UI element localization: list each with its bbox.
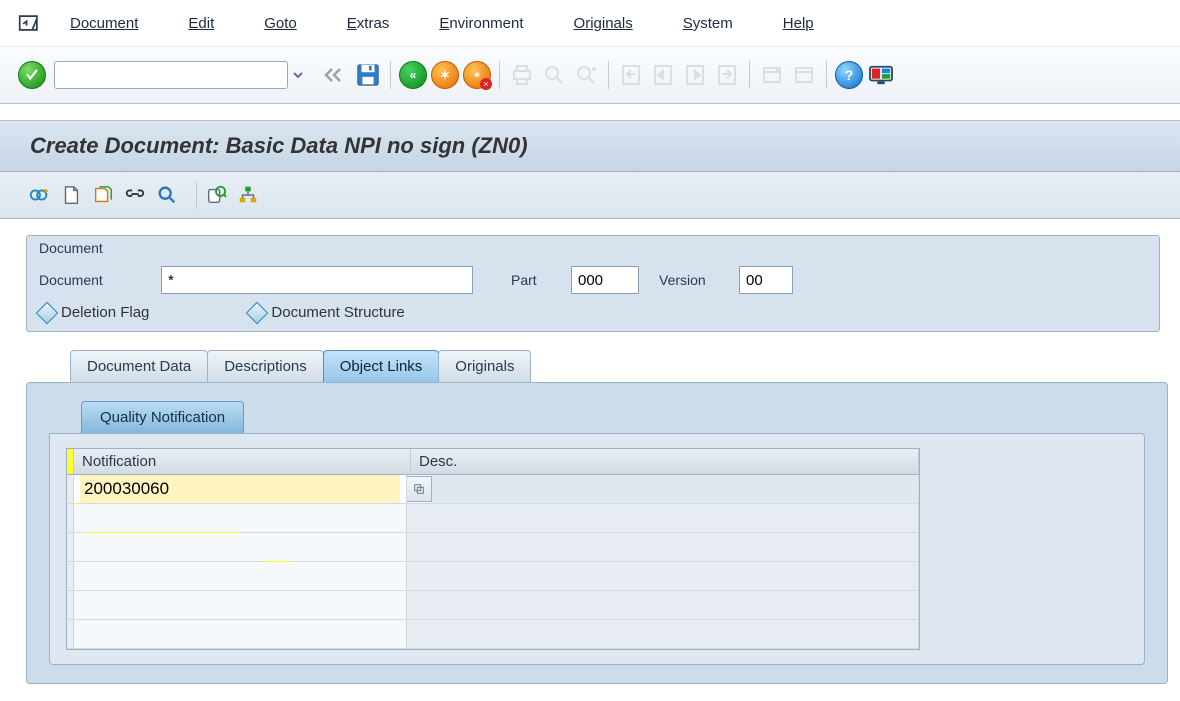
version-input[interactable]: [739, 266, 793, 294]
cell-notification[interactable]: [74, 620, 407, 648]
menu-bar: Document Edit Goto Extras Environment Or…: [0, 0, 1180, 46]
document-structure-label: Document Structure: [271, 304, 404, 321]
other-doc-icon[interactable]: [92, 184, 114, 206]
table-header: Notification Desc.: [67, 449, 919, 475]
new-session-button: [757, 60, 787, 90]
enter-button[interactable]: [18, 61, 46, 89]
link-icon[interactable]: [124, 184, 146, 206]
exit-button[interactable]: ✶: [430, 60, 460, 90]
menu-extras[interactable]: Extras: [347, 15, 390, 32]
first-page-button: [616, 60, 646, 90]
table-row: [67, 562, 919, 591]
document-structure-checkbox[interactable]: Document Structure: [249, 304, 404, 321]
row-selector[interactable]: [67, 533, 74, 561]
toolbar-separator: [826, 61, 827, 89]
layout-button[interactable]: [866, 60, 896, 90]
col-notification[interactable]: Notification: [74, 449, 411, 474]
collapse-left-icon[interactable]: [318, 62, 346, 88]
toolbar-separator: [499, 61, 500, 89]
cell-notification[interactable]: [74, 562, 407, 590]
find-button: [539, 60, 569, 90]
shortcut-button: [789, 60, 819, 90]
back-button[interactable]: «: [398, 60, 428, 90]
row-selector[interactable]: [67, 504, 74, 532]
last-page-button: [712, 60, 742, 90]
notification-input[interactable]: [80, 475, 400, 503]
col-desc[interactable]: Desc.: [411, 449, 919, 474]
hierarchy-icon[interactable]: [237, 184, 259, 206]
command-field[interactable]: [54, 61, 310, 89]
cell-notification[interactable]: [74, 475, 407, 503]
deletion-flag-checkbox[interactable]: Deletion Flag: [39, 304, 149, 321]
row-selector[interactable]: [67, 591, 74, 619]
menu-system[interactable]: System: [683, 15, 733, 32]
tab-originals[interactable]: Originals: [438, 350, 531, 382]
system-toolbar: « ✶ ✶× ?: [0, 46, 1180, 104]
toolbar-separator: [749, 61, 750, 89]
toolbar-separator: [390, 61, 391, 89]
part-input[interactable]: [571, 266, 639, 294]
subtab-body: Notification Desc.: [49, 433, 1145, 665]
deletion-flag-label: Deletion Flag: [61, 304, 149, 321]
cell-notification[interactable]: [74, 591, 407, 619]
cell-desc[interactable]: [407, 562, 919, 590]
find-object-icon[interactable]: [156, 184, 178, 206]
main-tabstrip: Document Data Descriptions Object Links …: [26, 350, 1168, 684]
menu-goto[interactable]: Goto: [264, 15, 297, 32]
subtab-quality-notification[interactable]: Quality Notification: [81, 401, 244, 433]
part-label: Part: [511, 272, 551, 288]
cell-desc[interactable]: [407, 504, 919, 532]
tab-body-object-links: Quality Notification Notification Desc.: [26, 382, 1168, 684]
cancel-button[interactable]: ✶×: [462, 60, 492, 90]
command-dropdown-icon[interactable]: [286, 63, 310, 87]
table-row: [67, 533, 919, 562]
menu-help[interactable]: Help: [783, 15, 814, 32]
cell-desc[interactable]: [407, 533, 919, 561]
version-label: Version: [659, 272, 719, 288]
page-title: Create Document: Basic Data NPI no sign …: [0, 120, 1180, 172]
row-selector[interactable]: [67, 562, 74, 590]
save-button[interactable]: [353, 60, 383, 90]
sap-menu-icon[interactable]: [18, 12, 42, 34]
cell-desc[interactable]: [432, 475, 919, 503]
row-selector[interactable]: [67, 475, 74, 503]
print-button: [507, 60, 537, 90]
menu-document[interactable]: Document: [70, 15, 138, 32]
notification-table: Notification Desc.: [66, 448, 920, 650]
menu-edit[interactable]: Edit: [188, 15, 214, 32]
tab-descriptions[interactable]: Descriptions: [207, 350, 324, 382]
table-row: [67, 504, 919, 533]
document-groupbox: Document Document Part Version Deletion …: [26, 235, 1160, 332]
toolbar-separator: [608, 61, 609, 89]
next-page-button: [680, 60, 710, 90]
groupbox-title: Document: [27, 236, 1159, 260]
cell-notification[interactable]: [74, 504, 407, 532]
help-button[interactable]: ?: [834, 60, 864, 90]
classification-icon[interactable]: [205, 184, 227, 206]
row-selector[interactable]: [67, 620, 74, 648]
cell-desc[interactable]: [407, 620, 919, 648]
tab-document-data[interactable]: Document Data: [70, 350, 208, 382]
menu-environment[interactable]: Environment: [439, 15, 523, 32]
table-row: [67, 475, 919, 504]
command-input[interactable]: [54, 61, 288, 89]
document-label: Document: [39, 272, 141, 288]
tab-object-links[interactable]: Object Links: [323, 350, 440, 382]
create-icon[interactable]: [60, 184, 82, 206]
document-input[interactable]: [161, 266, 473, 294]
find-next-button: [571, 60, 601, 90]
table-row: [67, 620, 919, 649]
col-select: [67, 449, 74, 474]
application-toolbar: [0, 172, 1180, 219]
table-row: [67, 591, 919, 620]
cell-desc[interactable]: [407, 591, 919, 619]
app-toolbar-separator: [196, 181, 197, 209]
display-change-icon[interactable]: [28, 184, 50, 206]
menu-originals[interactable]: Originals: [574, 15, 633, 32]
f4-help-button[interactable]: [406, 476, 432, 502]
cell-notification[interactable]: [74, 533, 407, 561]
prev-page-button: [648, 60, 678, 90]
